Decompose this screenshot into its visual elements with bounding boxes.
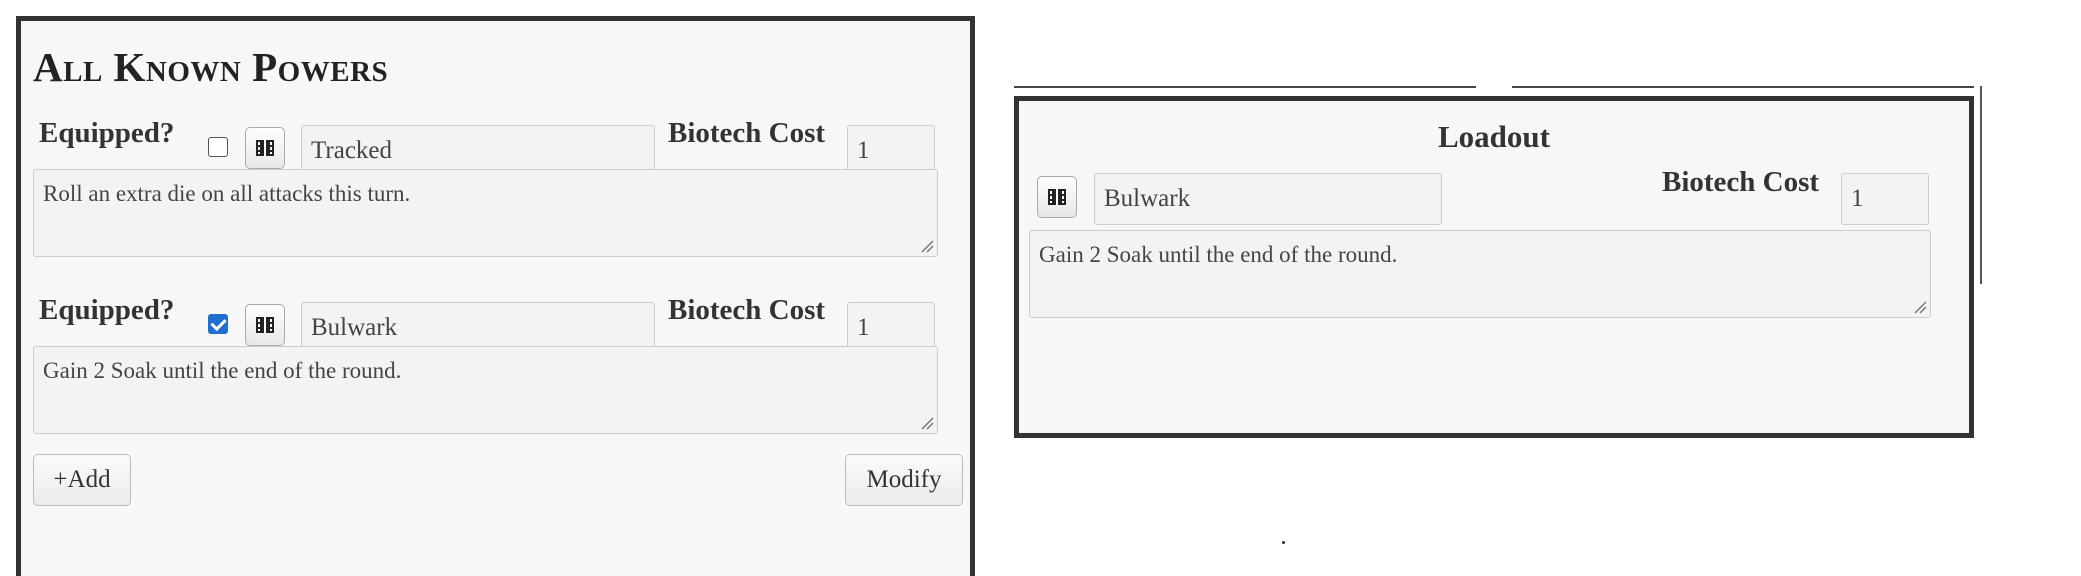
power-description-text: Gain 2 Soak until the end of the round. xyxy=(43,358,402,383)
film-strip-icon xyxy=(1048,189,1066,205)
film-strip-icon xyxy=(256,317,274,333)
divider-line xyxy=(1512,86,1974,88)
loadout-description-text: Gain 2 Soak until the end of the round. xyxy=(1039,242,1398,267)
biotech-cost-label: Biotech Cost xyxy=(668,294,826,326)
equipped-checkbox[interactable] xyxy=(208,314,228,334)
all-known-powers-panel: All Known Powers Equipped? Tracked Biote… xyxy=(16,16,975,576)
power-icon-button[interactable] xyxy=(1037,176,1077,218)
resize-handle-icon[interactable] xyxy=(920,239,934,253)
power-description-textarea[interactable]: Gain 2 Soak until the end of the round. xyxy=(33,346,938,434)
modify-button[interactable]: Modify xyxy=(845,454,963,506)
equipped-checkbox[interactable] xyxy=(208,137,228,157)
stray-dot xyxy=(1282,541,1285,544)
resize-handle-icon[interactable] xyxy=(920,416,934,430)
power-icon-button[interactable] xyxy=(245,127,285,169)
panel-title: All Known Powers xyxy=(33,44,389,90)
loadout-power-name-input[interactable]: Bulwark xyxy=(1094,173,1442,225)
power-icon-button[interactable] xyxy=(245,304,285,346)
film-strip-icon xyxy=(256,140,274,156)
loadout-panel: Loadout Bulwark Biotech Cost 1 Gain 2 So… xyxy=(1014,96,1974,438)
resize-handle-icon[interactable] xyxy=(1913,300,1927,314)
equipped-label: Equipped? xyxy=(39,294,175,326)
power-description-textarea[interactable]: Roll an extra die on all attacks this tu… xyxy=(33,169,938,257)
loadout-biotech-cost-input[interactable]: 1 xyxy=(1841,173,1929,225)
add-power-button[interactable]: +Add xyxy=(33,454,131,506)
loadout-description-textarea[interactable]: Gain 2 Soak until the end of the round. xyxy=(1029,230,1931,318)
biotech-cost-label: Biotech Cost xyxy=(1662,166,1820,198)
equipped-label: Equipped? xyxy=(39,117,175,149)
biotech-cost-label: Biotech Cost xyxy=(668,117,826,149)
divider-line xyxy=(1014,86,1476,88)
divider-line xyxy=(1980,86,1982,284)
power-description-text: Roll an extra die on all attacks this tu… xyxy=(43,181,411,206)
panel-title: Loadout xyxy=(1438,119,1550,154)
